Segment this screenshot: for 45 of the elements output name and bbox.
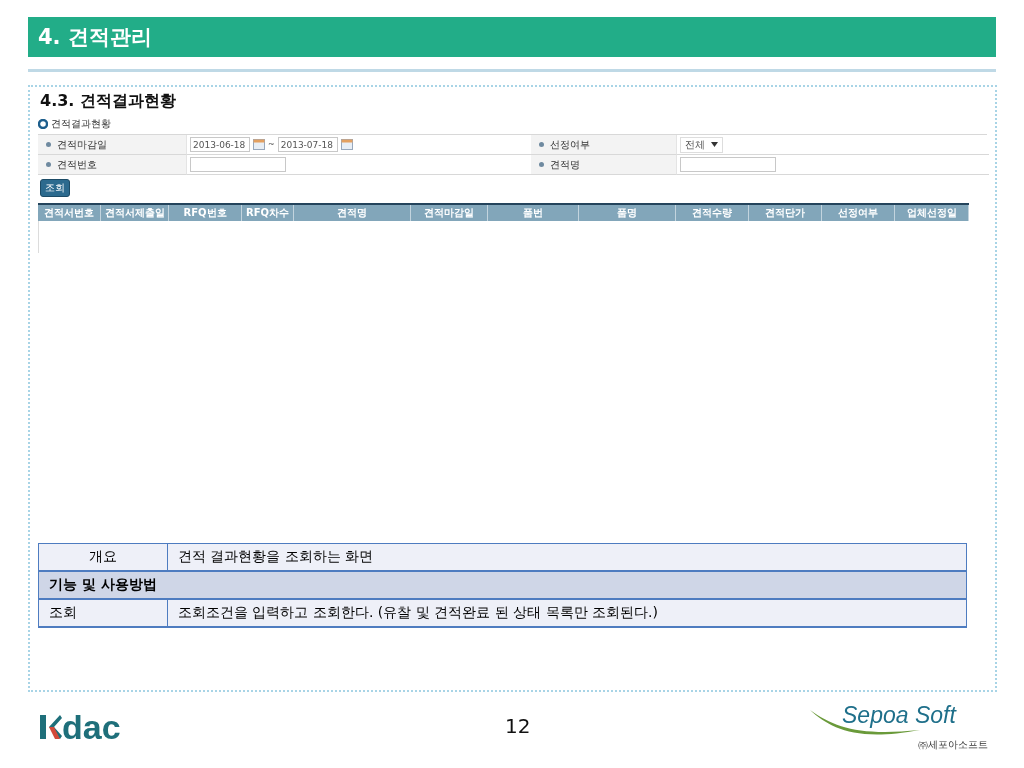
column-header: 선정여부	[822, 205, 895, 221]
input-field[interactable]	[190, 157, 286, 172]
select-dropdown[interactable]: 전체	[680, 136, 723, 153]
logo-mark-icon	[40, 715, 62, 739]
column-header: 견적서번호	[38, 205, 101, 221]
range-separator: ~	[268, 140, 275, 149]
caret-icon	[711, 142, 718, 147]
bullet-icon	[46, 142, 51, 147]
table-cell-text: 견적 결과현황을 조회하는 화면	[177, 547, 375, 566]
field-label: 견적번호	[57, 157, 97, 172]
column-header: 품번	[488, 205, 579, 221]
company-name: ㈜세포아소프트	[918, 738, 988, 752]
table-cell: 개요	[39, 544, 168, 570]
slide-title: 4. 견적관리	[38, 24, 152, 51]
column-header: 견적마감일	[411, 205, 488, 221]
date-field[interactable]: 2013-06-18	[190, 137, 250, 152]
table-heading: 기능 및 사용방법	[39, 572, 966, 600]
grid-body	[38, 221, 39, 253]
company-logo: dac	[62, 710, 121, 744]
bullet-icon	[539, 142, 544, 147]
bullet-icon	[539, 162, 544, 167]
calendar-icon[interactable]	[253, 139, 265, 150]
field-label: 선정여부	[550, 137, 590, 152]
date-field[interactable]: 2013-07-18	[277, 137, 338, 152]
column-header: 업체선정일	[895, 205, 969, 221]
column-header: 견적수량	[676, 205, 749, 221]
calendar-icon[interactable]	[340, 139, 353, 150]
column-header: RFQ차수	[242, 205, 294, 221]
field-label: 견적마감일	[57, 137, 107, 152]
bullet-icon	[38, 119, 48, 129]
column-header: 견적단가	[749, 205, 822, 221]
screen-title: 견적결과현황	[51, 117, 111, 131]
section-title: 4.3. 견적결과현황	[40, 91, 177, 112]
column-header: RFQ번호	[169, 205, 242, 221]
bullet-icon	[46, 162, 51, 167]
input-field[interactable]	[680, 157, 776, 172]
search-button[interactable]: 조회	[40, 179, 70, 197]
column-header: 견적서제출일	[101, 205, 169, 221]
column-header: 품명	[579, 205, 676, 221]
page-number: 12	[505, 714, 531, 738]
company-logo: Sepoa Soft	[842, 702, 956, 729]
table-cell-text: 조회조건을 입력하고 조회한다. (유찰 및 견적완료 된 상태 목록만 조회된다.)	[177, 603, 659, 622]
field-label: 견적명	[550, 157, 580, 172]
column-header: 견적명	[294, 205, 411, 221]
table-cell: 조회	[39, 600, 168, 626]
